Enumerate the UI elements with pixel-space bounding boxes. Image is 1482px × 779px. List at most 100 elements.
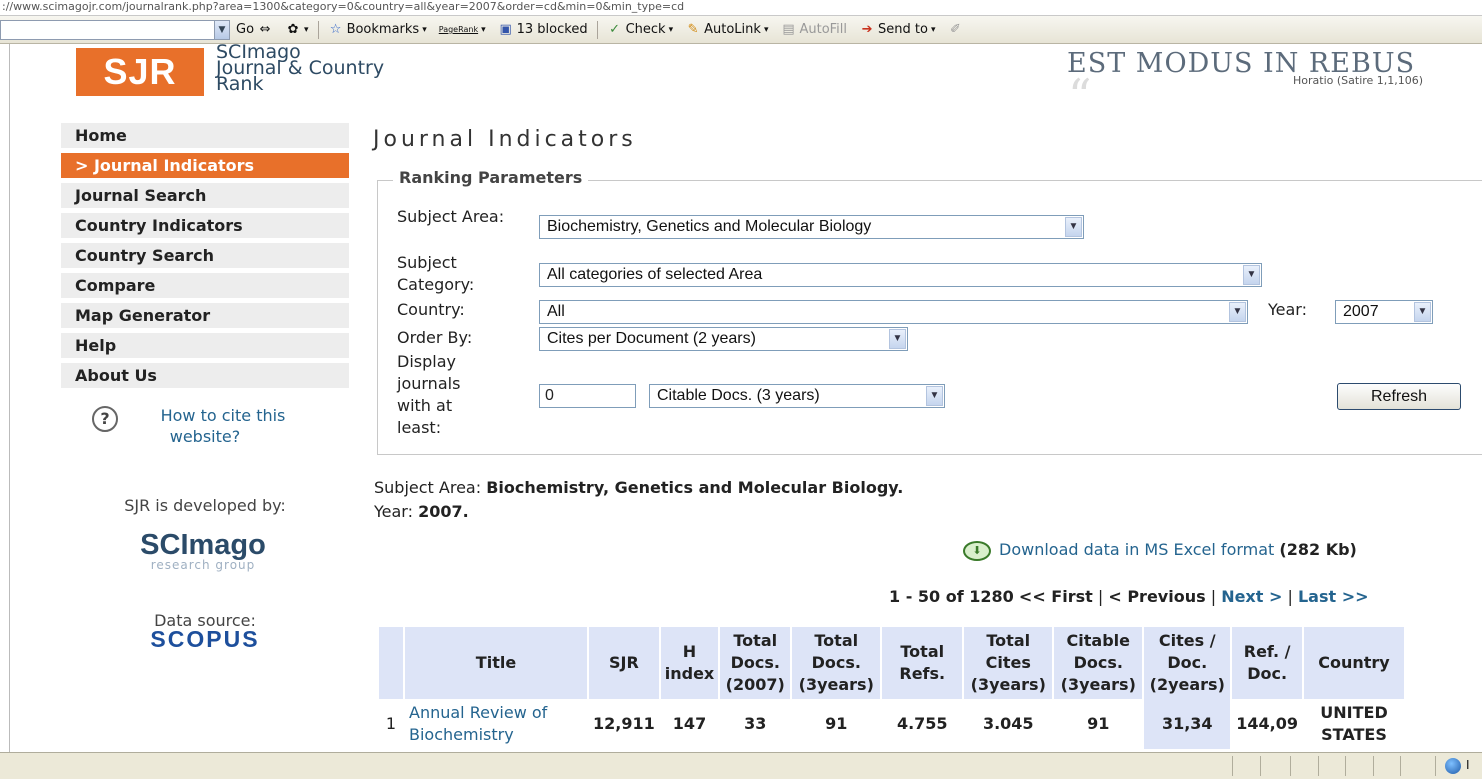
sjr-logo[interactable]: SJR (76, 48, 204, 96)
cell-docs-2007: 33 (744, 714, 767, 733)
pager-next-link[interactable]: Next > (1221, 587, 1282, 606)
wrench-icon: ✐ (950, 21, 961, 37)
download-excel-link[interactable]: Download data in MS Excel format (999, 540, 1274, 559)
display-min-label: Display journals with at least: (397, 352, 461, 437)
how-to-cite-link[interactable]: How to cite this website? (90, 405, 320, 447)
scimago-logo-name: SCImago (140, 529, 266, 561)
column-header-sjr[interactable]: SJR (589, 627, 659, 699)
column-header-title[interactable]: Title (405, 627, 587, 699)
bookmarks-button[interactable]: ☆ Bookmarks ▾ (328, 22, 427, 38)
sidebar-item-compare[interactable]: Compare (61, 273, 349, 298)
chevron-down-icon: ▼ (926, 386, 943, 406)
table-row: 1 Annual Review of Biochemistry 12,911 1… (379, 699, 1404, 749)
pager-last-link[interactable]: Last >> (1298, 587, 1369, 606)
sendto-label: Send to (878, 22, 928, 37)
column-header-ref-per-doc[interactable]: Ref. / Doc. (1232, 627, 1302, 699)
status-panel (1345, 756, 1346, 776)
internet-zone-globe-icon[interactable] (1445, 758, 1461, 774)
sendto-button[interactable]: ➔ Send to ▾ (859, 21, 936, 38)
table-header-row: Title SJR H index Total Docs. (2007) Tot… (379, 627, 1404, 699)
autolink-button[interactable]: ✎ AutoLink ▾ (685, 22, 769, 38)
year-label: Year: (1268, 300, 1307, 319)
sidebar-item-about-us[interactable]: About Us (61, 363, 349, 388)
year-select[interactable]: 2007 ▼ (1335, 300, 1433, 324)
go-label: Go (236, 22, 255, 37)
sidebar-item-home[interactable]: Home (61, 123, 349, 148)
chevron-down-icon: ▾ (668, 24, 674, 35)
quote-mark-icon: “ (1068, 69, 1092, 123)
pager-separator: | (1287, 587, 1293, 606)
chevron-down-icon: ▾ (304, 24, 309, 35)
puzzle-icon: ✿ (287, 21, 299, 37)
refresh-button[interactable]: Refresh (1337, 383, 1461, 410)
sidebar-item-country-indicators[interactable]: Country Indicators (61, 213, 349, 238)
go-button[interactable]: Go ⇔ (236, 22, 273, 38)
journal-ranking-table: Title SJR H index Total Docs. (2007) Tot… (377, 627, 1406, 749)
search-dropdown[interactable]: ▼ (0, 19, 230, 40)
pager-previous: < Previous (1108, 587, 1206, 606)
min-type-select[interactable]: Citable Docs. (3 years) ▼ (649, 384, 945, 408)
column-header-total-refs[interactable]: Total Refs. (882, 627, 963, 699)
status-panel (1260, 756, 1261, 776)
scimago-logo[interactable]: SCImago research group (118, 529, 288, 572)
summary-area-prefix: Subject Area: (374, 478, 487, 497)
pagination: 1 - 50 of 1280 << First | < Previous | N… (889, 587, 1369, 606)
column-header-total-docs-3years[interactable]: Total Docs. (3years) (792, 627, 881, 699)
status-zone-text: I (1466, 758, 1470, 772)
column-header-h-index[interactable]: H index (660, 627, 719, 699)
blocker-icon: ▣ (499, 21, 512, 37)
chevron-down-icon: ▼ (1243, 265, 1260, 285)
order-by-select[interactable]: Cites per Document (2 years) ▼ (539, 327, 908, 351)
order-by-value: Cites per Document (2 years) (547, 330, 756, 347)
summary-year-value: 2007. (418, 502, 469, 521)
spellcheck-button[interactable]: ✓ Check ▾ (607, 21, 674, 38)
column-header-country[interactable]: Country (1304, 627, 1404, 699)
pagerank-label: PageRank (438, 25, 479, 34)
cell-total-refs: 4.755 (896, 714, 948, 733)
column-header-total-cites[interactable]: Total Cites (3years) (964, 627, 1053, 699)
country-label: Country: (397, 300, 465, 319)
sidebar-item-help[interactable]: Help (61, 333, 349, 358)
cell-total-cites: 3.045 (982, 714, 1034, 733)
column-header-cites-per-doc[interactable]: Cites / Doc. (2years) (1144, 627, 1231, 699)
download-icon[interactable]: ⬇ (963, 540, 991, 561)
column-header-total-docs-2007[interactable]: Total Docs. (2007) (720, 627, 791, 699)
extension-button[interactable]: ✿ ▾ (285, 22, 309, 38)
cell-title-link[interactable]: Annual Review of Biochemistry (405, 699, 587, 749)
send-arrow-icon: ➔ (861, 21, 873, 37)
page-title: Journal Indicators (373, 127, 637, 152)
check-label: Check (625, 22, 666, 37)
download-size: (282 Kb) (1279, 540, 1357, 559)
sidebar-item-country-search[interactable]: Country Search (61, 243, 349, 268)
min-docs-input[interactable]: 0 (539, 384, 636, 408)
pager-separator: | (1097, 587, 1104, 606)
cell-ref-per-doc: 144,09 (1236, 714, 1298, 733)
status-panel (1400, 756, 1401, 776)
sidebar-item-journal-search[interactable]: Journal Search (61, 183, 349, 208)
chevron-down-icon[interactable]: ▼ (214, 20, 229, 39)
download-excel: ⬇ Download data in MS Excel format (282 K… (963, 540, 1357, 561)
spellcheck-icon: ✓ (609, 21, 621, 37)
popup-blocker-button[interactable]: ▣ 13 blocked (498, 21, 587, 38)
cell-rank: 1 (379, 699, 403, 749)
chevron-down-icon: ▾ (930, 24, 936, 35)
settings-wrench-button[interactable]: ✐ (948, 22, 964, 38)
subject-area-select[interactable]: Biochemistry, Genetics and Molecular Bio… (539, 215, 1084, 239)
chevron-down-icon: ▼ (1414, 302, 1431, 322)
country-select[interactable]: All ▼ (539, 300, 1248, 324)
sidebar-item-journal-indicators[interactable]: > Journal Indicators (61, 153, 349, 178)
subject-area-value: Biochemistry, Genetics and Molecular Bio… (547, 218, 872, 235)
pagerank-button[interactable]: PageRank ▾ (439, 25, 486, 35)
subject-category-select[interactable]: All categories of selected Area ▼ (539, 263, 1262, 287)
sidebar-item-map-generator[interactable]: Map Generator (61, 303, 349, 328)
scopus-logo[interactable]: SCOPUS (90, 626, 320, 653)
site-header: SJR SCImago Journal & Country Rank “ EST… (0, 43, 1482, 119)
how-to-cite-label: How to cite this website? (160, 406, 286, 446)
status-bar: I (0, 752, 1482, 779)
summary-year-prefix: Year: (374, 502, 419, 521)
cell-country: UNITED STATES (1320, 703, 1388, 744)
chevron-down-icon: ▼ (1065, 217, 1082, 237)
autofill-button[interactable]: ▤ AutoFill (780, 22, 847, 38)
summary-year-line: Year: 2007. (374, 500, 903, 524)
column-header-citable-docs[interactable]: Citable Docs. (3years) (1054, 627, 1143, 699)
